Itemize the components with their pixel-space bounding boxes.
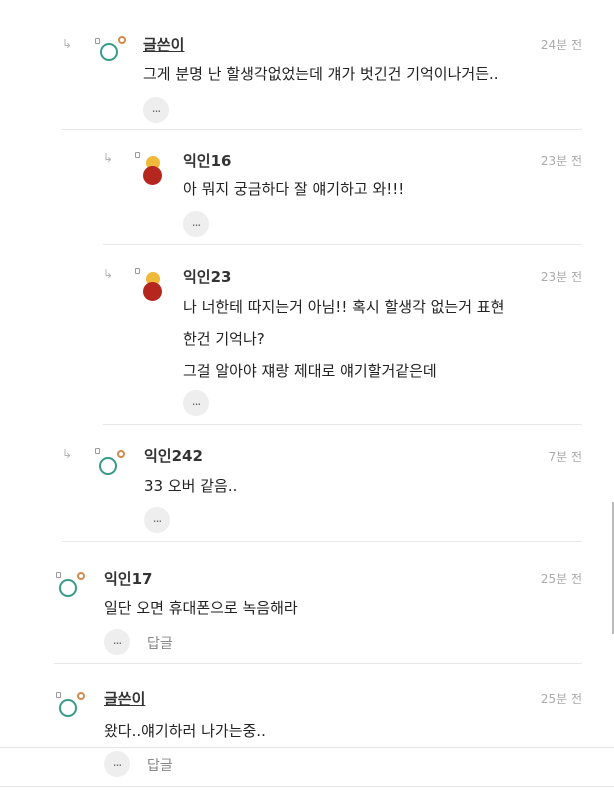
screen-divider xyxy=(0,786,614,787)
comment-body: 나 너한테 따지는거 아님!! 혹시 할생각 없는거 표현 한건 기억나? 그걸… xyxy=(183,291,504,387)
comment-line: 한건 기억나? xyxy=(183,330,265,348)
anonymous-badge-icon xyxy=(135,268,140,274)
comment-divider xyxy=(103,244,582,245)
comment-item: ↳ 익인23 23분 전 나 너한테 따지는거 아님!! 혹시 할생각 없는거 … xyxy=(103,262,582,425)
author-name[interactable]: 익인16 xyxy=(183,150,231,171)
comment-line: 일단 오면 휴대폰으로 녹음해라 xyxy=(104,599,298,617)
reply-arrow-icon: ↳ xyxy=(103,151,114,165)
avatar-body xyxy=(143,166,162,185)
avatar xyxy=(59,692,89,722)
avatar-ring xyxy=(100,43,118,61)
avatar-ring-dot xyxy=(117,450,125,458)
more-options-button[interactable]: ... xyxy=(183,211,209,237)
more-options-button[interactable]: ... xyxy=(104,751,130,777)
comment-body: 33 오버 같음.. xyxy=(144,470,237,502)
comment-line: 왔다..얘기하러 나가는중.. xyxy=(104,722,266,740)
reply-arrow-icon: ↳ xyxy=(103,267,114,281)
comment-time: 7분 전 xyxy=(548,450,582,464)
avatar-ring-dot xyxy=(77,572,85,580)
comment-time: 25분 전 xyxy=(540,692,582,706)
avatar-body xyxy=(143,282,162,301)
comment-body: 왔다..얘기하러 나가는중.. xyxy=(104,715,266,747)
more-options-button[interactable]: ... xyxy=(144,507,170,533)
comment-divider xyxy=(103,424,582,425)
avatar xyxy=(143,156,173,186)
comment-time: 25분 전 xyxy=(540,572,582,586)
more-options-button[interactable]: ... xyxy=(104,629,130,655)
comment-item: 익인17 25분 전 일단 오면 휴대폰으로 녹음해라 ... 답글 xyxy=(54,560,582,664)
comment-line: 나 너한테 따지는거 아님!! 혹시 할생각 없는거 표현 xyxy=(183,298,505,316)
more-options-button[interactable]: ... xyxy=(183,390,209,416)
author-name[interactable]: 글쓴이 xyxy=(143,34,184,55)
author-name[interactable]: 익인242 xyxy=(144,445,203,466)
comment-item: ↳ 익인16 23분 전 아 뭐지 궁금하다 잘 얘기하고 와!!! ... xyxy=(103,144,582,245)
screen-divider xyxy=(0,747,614,748)
reply-button[interactable]: 답글 xyxy=(147,755,173,775)
comment-time: 23분 전 xyxy=(540,154,582,168)
comment-time: 23분 전 xyxy=(540,270,582,284)
comment-item: ↳ 글쓴이 24분 전 그게 분명 난 할생각없었는데 걔가 벗긴건 기억이나거… xyxy=(62,24,582,130)
avatar-ring-dot xyxy=(77,692,85,700)
avatar-ring xyxy=(59,699,77,717)
comment-line: 그걸 알아야 쟤랑 제대로 얘기할거같은데 xyxy=(183,362,437,380)
avatar-ring-dot xyxy=(118,36,126,44)
comment-line: 33 오버 같음.. xyxy=(144,477,238,495)
avatar-ring xyxy=(59,579,77,597)
comment-divider xyxy=(62,541,582,542)
comment-time: 24분 전 xyxy=(540,38,582,52)
avatar xyxy=(99,450,129,480)
author-name[interactable]: 글쓴이 xyxy=(104,688,145,709)
comment-line: 아 뭐지 궁금하다 잘 얘기하고 와!!! xyxy=(183,180,405,198)
reply-arrow-icon: ↳ xyxy=(62,447,73,461)
comment-body: 그게 분명 난 할생각없었는데 걔가 벗긴건 기억이나거든.. xyxy=(143,58,499,90)
author-name[interactable]: 익인17 xyxy=(104,568,152,589)
author-name[interactable]: 익인23 xyxy=(183,266,231,287)
comment-line: 그게 분명 난 할생각없었는데 걔가 벗긴건 기억이나거든.. xyxy=(143,65,499,83)
comment-divider xyxy=(54,663,582,664)
avatar xyxy=(100,36,130,66)
more-options-button[interactable]: ... xyxy=(143,97,169,123)
comment-body: 일단 오면 휴대폰으로 녹음해라 xyxy=(104,592,298,624)
anonymous-badge-icon xyxy=(135,152,140,158)
reply-button[interactable]: 답글 xyxy=(147,633,173,653)
comment-divider xyxy=(62,129,582,130)
avatar xyxy=(143,272,173,302)
reply-arrow-icon: ↳ xyxy=(62,37,73,51)
comment-item: 글쓴이 25분 전 왔다..얘기하러 나가는중.. ... 답글 xyxy=(54,680,582,788)
comment-item: ↳ 익인242 7분 전 33 오버 같음.. ... xyxy=(62,440,582,542)
comment-body: 아 뭐지 궁금하다 잘 얘기하고 와!!! xyxy=(183,173,404,205)
avatar xyxy=(59,572,89,602)
avatar-ring xyxy=(99,457,117,475)
